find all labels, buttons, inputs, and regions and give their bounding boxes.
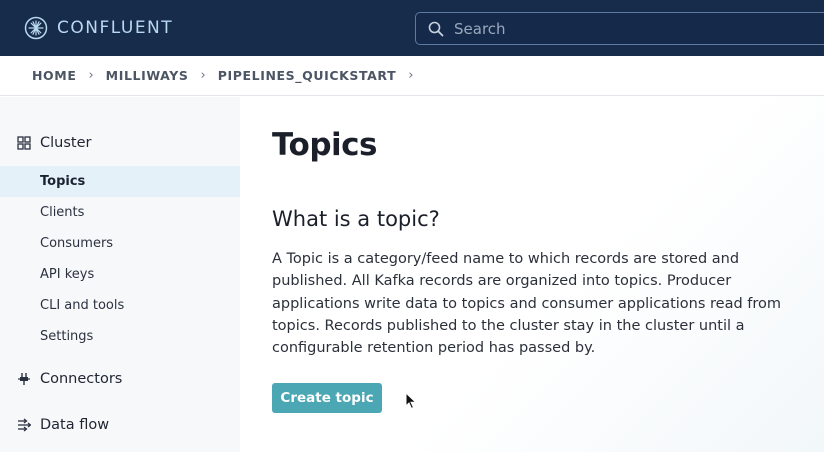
description-line: applications write data to topics and co… (272, 295, 782, 312)
sidebar-item-cli-and-tools[interactable]: CLI and tools (0, 290, 240, 321)
sidebar-item-api-keys[interactable]: API keys (0, 259, 240, 290)
sidebar-section-label: Data flow (40, 417, 110, 433)
description-line: configurable retention period has passed… (272, 340, 596, 357)
chevron-right-icon: › (88, 68, 94, 83)
chevron-right-icon: › (408, 68, 414, 83)
create-topic-button[interactable]: Create topic (272, 383, 382, 413)
grid-icon (17, 136, 31, 150)
breadcrumb-pipelines-quickstart[interactable]: PIPELINES_QUICKSTART (218, 68, 397, 83)
breadcrumb-home[interactable]: HOME (32, 68, 76, 83)
page-title: Topics (272, 127, 377, 163)
sidebar-item-settings[interactable]: Settings (0, 321, 240, 352)
confluent-logo[interactable]: CONFLUENT (24, 16, 173, 40)
chevron-right-icon: › (200, 68, 206, 83)
logo-text: CONFLUENT (57, 18, 174, 38)
description-line: A Topic is a category/feed name to which… (272, 251, 740, 267)
sidebar-section-label: Cluster (40, 135, 92, 151)
description-line: published. All Kafka records are organiz… (272, 273, 732, 290)
section-title: What is a topic? (272, 207, 440, 231)
confluent-star-icon (24, 16, 48, 40)
breadcrumb-milliways[interactable]: MILLIWAYS (106, 68, 189, 83)
breadcrumb: HOME › MILLIWAYS › PIPELINES_QUICKSTART … (0, 56, 824, 96)
sidebar-item-topics[interactable]: Topics (0, 166, 240, 197)
search-input[interactable] (452, 18, 802, 39)
search-box[interactable] (415, 12, 824, 45)
sidebar-section-data-flow[interactable]: Data flow (17, 414, 109, 436)
sidebar-section-cluster[interactable]: Cluster (17, 132, 91, 154)
sidebar-section-label: Connectors (40, 371, 123, 387)
top-header: CONFLUENT (0, 0, 824, 56)
topic-description: A Topic is a category/feed name to which… (272, 248, 782, 359)
sidebar: Cluster Topics Clients Consumers API key… (0, 97, 240, 452)
sidebar-item-clients[interactable]: Clients (0, 197, 240, 228)
main-content: Topics What is a topic? A Topic is a cat… (240, 97, 824, 452)
search-icon (428, 21, 444, 36)
sidebar-section-connectors[interactable]: Connectors (17, 368, 122, 390)
data-flow-icon (18, 418, 31, 432)
description-line: topics. Records published to the cluster… (272, 317, 745, 334)
sidebar-item-consumers[interactable]: Consumers (0, 228, 240, 259)
mouse-pointer-icon (405, 392, 417, 410)
connectors-icon (18, 373, 30, 385)
